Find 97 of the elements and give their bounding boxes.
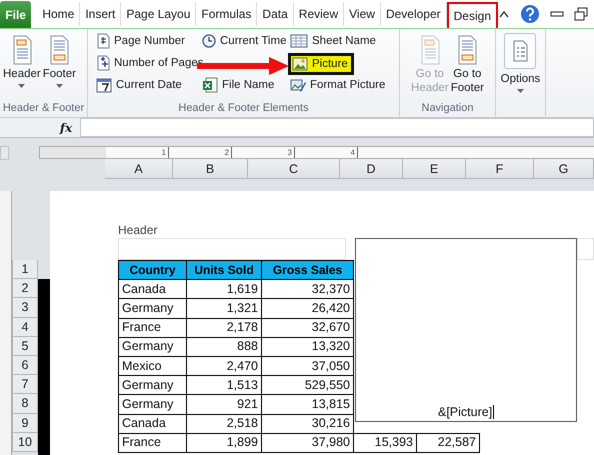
ribbon-button[interactable]: Header	[2, 31, 42, 101]
header-label: Header	[118, 222, 158, 238]
ribbon-button[interactable]: Footer	[42, 31, 77, 101]
table-cell: 22,587	[416, 433, 480, 452]
plus-icon	[96, 55, 110, 71]
ribbon-tab[interactable]: Page Layou	[121, 2, 196, 26]
ruler-number: 1	[106, 147, 169, 158]
table-cell: 2,518	[186, 414, 262, 434]
table-cell: Mexico	[118, 356, 186, 376]
table-cell: 26,420	[262, 298, 354, 318]
sheet-icon	[290, 34, 308, 48]
page-icon	[456, 35, 478, 65]
column-header[interactable]: A	[105, 159, 173, 179]
column-header[interactable]: E	[403, 159, 466, 179]
table-cell: 1,513	[186, 376, 262, 395]
page-icon	[48, 35, 70, 65]
table-cell: 2,470	[186, 356, 262, 376]
ribbon-button[interactable]: Current Date	[94, 75, 184, 95]
table-cell: France	[118, 318, 186, 338]
row-header[interactable]: 10	[12, 432, 38, 452]
formula-input[interactable]	[80, 118, 594, 137]
brush-icon	[290, 77, 306, 93]
table-cell: France	[118, 433, 186, 452]
table-cell: 1,899	[186, 433, 262, 452]
column-header[interactable]: B	[173, 159, 248, 179]
row-header[interactable]: 1	[12, 260, 38, 280]
table-cell: Germany	[118, 376, 186, 395]
restore-icon[interactable]	[574, 7, 588, 21]
table-cell: 32,370	[262, 280, 354, 299]
ribbon-tab[interactable]: View	[344, 2, 381, 26]
column-heading: Gross Sales	[262, 260, 354, 280]
group-title: Header & Footer Elements	[178, 101, 309, 116]
file-tab[interactable]: File	[0, 1, 32, 28]
column-header[interactable]: G	[534, 159, 594, 179]
column-header[interactable]: D	[340, 159, 403, 179]
group-title: Navigation	[422, 101, 474, 116]
ribbon-tab[interactable]: Data	[257, 2, 294, 26]
row-header[interactable]: 6	[12, 356, 38, 376]
ribbon-button[interactable]: Sheet Name	[288, 31, 378, 51]
row-header[interactable]: 5	[12, 336, 38, 356]
ribbon-button[interactable]: Picture	[288, 53, 354, 75]
table-cell: 529,550	[262, 376, 354, 395]
ribbon-button[interactable]: Current Time	[200, 31, 288, 51]
row-header[interactable]: 7	[12, 375, 38, 394]
table-cell: 2,178	[186, 318, 262, 338]
ruler-number: 4	[295, 147, 358, 158]
table-cell: 921	[186, 394, 262, 414]
ribbon-tab[interactable]: Home	[37, 2, 80, 26]
ribbon-button[interactable]: Page Number	[94, 31, 187, 51]
table-cell: 37,980	[262, 433, 354, 452]
table-cell: Canada	[118, 414, 186, 434]
ribbon-button[interactable]: Go to Footer	[450, 31, 485, 101]
ribbon-tab[interactable]: Formulas	[196, 2, 258, 26]
calendar-icon	[96, 77, 112, 93]
row-header[interactable]: 4	[12, 318, 38, 337]
table-cell: 1,619	[186, 280, 262, 299]
group-title: Header & Footer	[2, 101, 84, 116]
page-icon	[418, 35, 441, 65]
table-cell: 13,320	[262, 337, 354, 356]
ribbon-tab[interactable]: Review	[294, 2, 344, 26]
table-cell: 1,321	[186, 298, 262, 318]
ribbon-tab[interactable]: Design	[446, 2, 498, 28]
help-icon[interactable]	[520, 4, 540, 24]
spreadsheet-icon	[202, 77, 218, 93]
table-cell: 30,216	[262, 414, 354, 434]
page-icon	[96, 33, 110, 49]
ruler-number: 3	[232, 147, 295, 158]
table-cell: Germany	[118, 298, 186, 318]
ribbon-button[interactable]: Options	[500, 31, 542, 101]
table-cell: 37,050	[262, 356, 354, 376]
ribbon-button[interactable]: File Name	[200, 75, 276, 95]
header-section[interactable]: &[Picture]	[355, 238, 577, 422]
row-header[interactable]: 3	[12, 298, 38, 318]
page-icon	[10, 35, 33, 65]
column-heading: Country	[118, 260, 186, 280]
ruler-number: 2	[169, 147, 232, 158]
table-cell: 888	[186, 337, 262, 356]
row-header[interactable]: 2	[12, 279, 38, 298]
column-header[interactable]: C	[248, 159, 340, 179]
header-field-code: &[Picture]	[438, 405, 494, 419]
table-cell: Germany	[118, 394, 186, 414]
column-heading: Units Sold	[186, 260, 262, 280]
table-cell: Germany	[118, 337, 186, 356]
column-header[interactable]: F	[466, 159, 534, 179]
row-header[interactable]: 8	[12, 394, 38, 414]
table-cell: Canada	[118, 280, 186, 299]
minimize-icon[interactable]	[550, 10, 564, 18]
picture-icon	[292, 57, 308, 71]
function-label[interactable]: fx	[52, 120, 80, 134]
ribbon-tab[interactable]: Insert	[80, 2, 122, 26]
row-header[interactable]: 9	[12, 414, 38, 433]
clock-icon	[202, 34, 216, 48]
table-cell: 13,815	[262, 394, 354, 414]
table-cell: 32,670	[262, 318, 354, 338]
ribbon-button[interactable]: Format Picture	[288, 75, 388, 95]
table-cell: 15,393	[354, 433, 416, 452]
collapse-icon[interactable]	[498, 9, 510, 19]
